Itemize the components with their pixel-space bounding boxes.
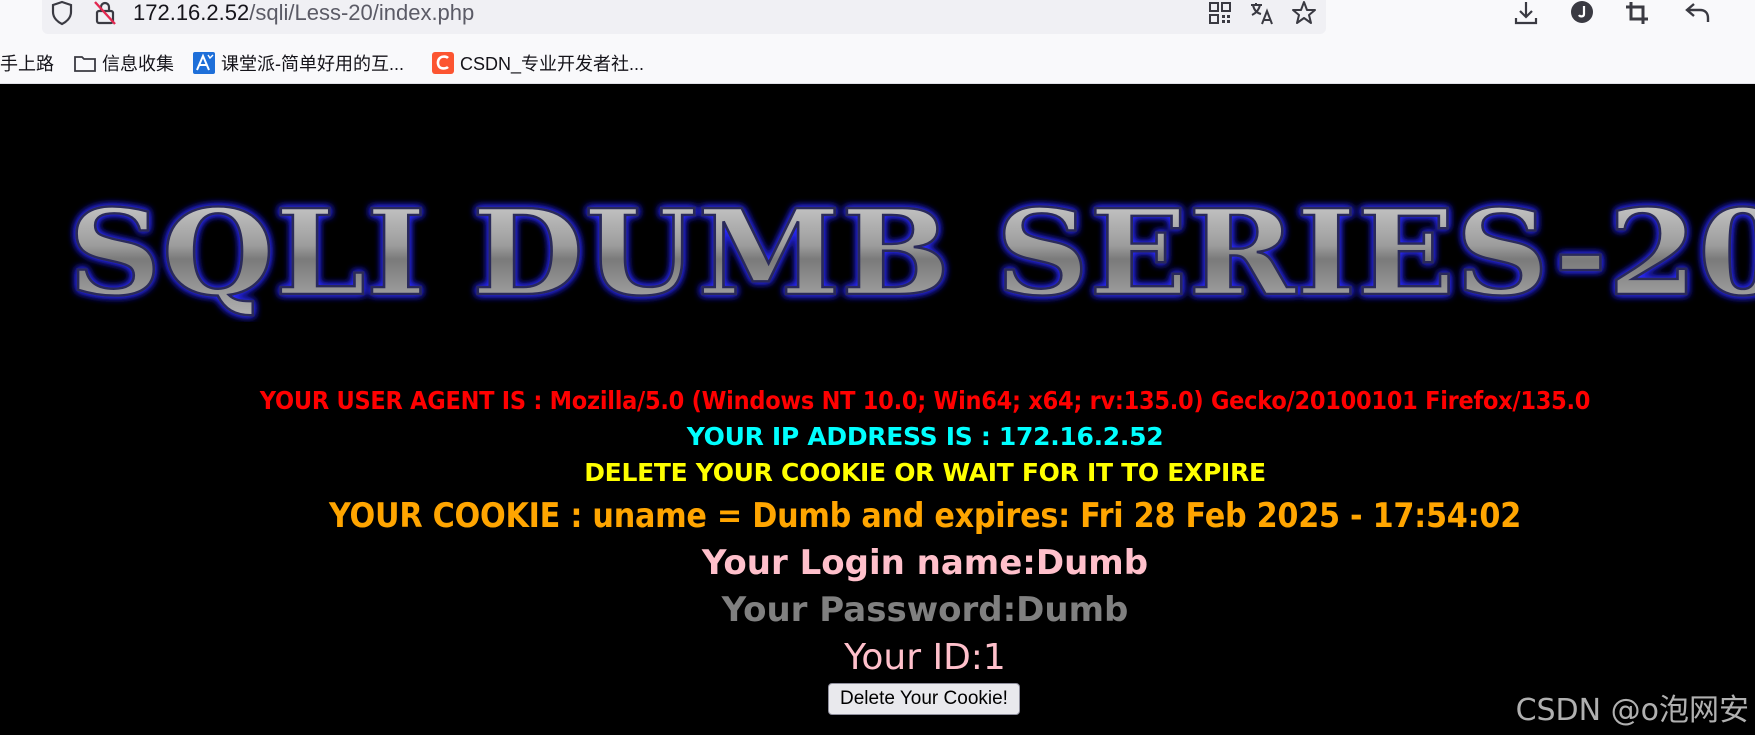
crop-screenshot-icon[interactable] <box>1624 0 1652 28</box>
bookmark-label: CSDN_专业开发者社... <box>460 54 645 74</box>
csdn-icon <box>432 52 454 74</box>
ip-address-line: YOUR IP ADDRESS IS : 172.16.2.52 <box>686 422 1164 451</box>
bookmarks-toolbar: 手上路 信息收集 课堂派-简单好用的互... CSDN_专业开发者社... <box>0 42 1755 84</box>
shield-icon[interactable] <box>50 0 74 26</box>
insecure-lock-icon[interactable] <box>93 0 117 26</box>
url-path: /sqli/Less-20/index.php <box>249 0 475 25</box>
bookmark-label: 手上路 <box>0 54 54 74</box>
user-agent-line: YOUR USER AGENT IS : Mozilla/5.0 (Window… <box>259 386 1591 415</box>
bookmark-label: 信息收集 <box>102 54 174 74</box>
cookie-line: YOUR COOKIE : uname = Dumb and expires: … <box>328 496 1521 536</box>
translate-icon[interactable] <box>1249 0 1275 26</box>
url-text[interactable]: 172.16.2.52/sqli/Less-20/index.php <box>133 0 474 26</box>
bookmark-label: 课堂派-简单好用的互... <box>221 54 404 74</box>
extension-j-icon[interactable] <box>1568 0 1596 28</box>
undo-back-icon[interactable] <box>1684 0 1712 28</box>
url-host: 172.16.2.52 <box>133 0 250 25</box>
login-name-line: Your Login name:Dumb <box>701 543 1149 583</box>
bookmark-folder-xinxishouji[interactable]: 信息收集 <box>74 42 174 84</box>
toolbar-overflow-icon[interactable] <box>1740 0 1755 28</box>
csdn-watermark: CSDN @o泡网安 <box>1515 693 1749 728</box>
sqli-banner-image: SQLI DUMB SERIES-20 <box>66 182 1755 322</box>
bookmark-item-shoushanglu[interactable]: 手上路 <box>0 42 54 84</box>
user-id-line: Your ID:1 <box>844 637 1006 678</box>
delete-cookie-button[interactable]: Delete Your Cookie! <box>828 683 1020 715</box>
browser-toolbar: 172.16.2.52/sqli/Less-20/index.php <box>0 0 1755 42</box>
qr-code-icon[interactable] <box>1208 0 1232 26</box>
folder-icon <box>74 52 96 74</box>
password-line: Your Password:Dumb <box>721 590 1129 630</box>
download-icon[interactable] <box>1512 0 1540 28</box>
bookmark-item-ketangpai[interactable]: 课堂派-简单好用的互... <box>193 42 404 84</box>
banner-title: SQLI DUMB SERIES-20 <box>68 183 1755 322</box>
delete-cookie-notice: DELETE YOUR COOKIE OR WAIT FOR IT TO EXP… <box>584 458 1266 487</box>
bookmark-item-csdn[interactable]: CSDN_专业开发者社... <box>432 42 644 84</box>
bookmark-star-icon[interactable] <box>1291 0 1317 26</box>
ketangpai-icon <box>193 52 215 74</box>
page-content: SQLI DUMB SERIES-20 YOUR USER AGENT IS :… <box>0 84 1755 735</box>
